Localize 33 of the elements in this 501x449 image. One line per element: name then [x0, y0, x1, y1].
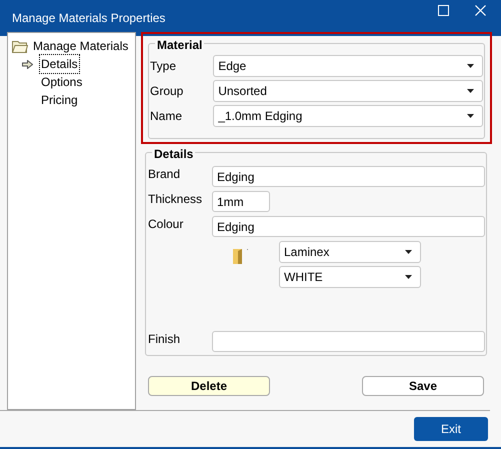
close-icon[interactable] — [475, 4, 486, 16]
field-label: Thickness — [148, 191, 204, 207]
dropdown[interactable]: Edge — [213, 54, 483, 76]
caret-icon — [405, 250, 412, 254]
dropdown[interactable]: Unsorted — [213, 80, 483, 102]
caret-icon — [467, 64, 474, 68]
field-label: Type — [150, 58, 178, 74]
tree-item[interactable]: Manage Materials — [33, 37, 128, 55]
text-field[interactable]: 1mm — [212, 191, 270, 212]
window-title: Manage Materials Properties — [12, 10, 166, 27]
dropdown[interactable]: Laminex — [279, 241, 421, 263]
field-label: Finish — [148, 331, 182, 347]
text-field[interactable]: Edging — [212, 166, 485, 187]
text-field[interactable] — [212, 331, 485, 352]
field-label: Name — [150, 108, 184, 124]
text-field[interactable]: Edging — [212, 216, 485, 237]
dropdown[interactable]: _1.0mm Edging — [213, 104, 483, 126]
field-label: Colour — [148, 216, 184, 232]
maximize-icon[interactable] — [438, 4, 449, 16]
tree-item[interactable]: Pricing — [40, 91, 79, 109]
tree-item[interactable]: Options — [40, 73, 84, 91]
save-button[interactable]: Save — [362, 376, 484, 396]
caret-icon — [467, 88, 474, 92]
field-label: Brand — [148, 166, 182, 182]
caret-icon — [405, 275, 412, 279]
folder-icon — [12, 40, 28, 52]
delete-button[interactable]: Delete — [148, 376, 270, 396]
tree-item[interactable]: Details — [40, 55, 79, 73]
arrow-icon — [22, 60, 35, 68]
caret-icon — [467, 114, 474, 118]
exit-button[interactable]: Exit — [414, 417, 488, 441]
field-label: Group — [150, 82, 184, 100]
dropdown[interactable]: WHITE — [279, 266, 421, 288]
